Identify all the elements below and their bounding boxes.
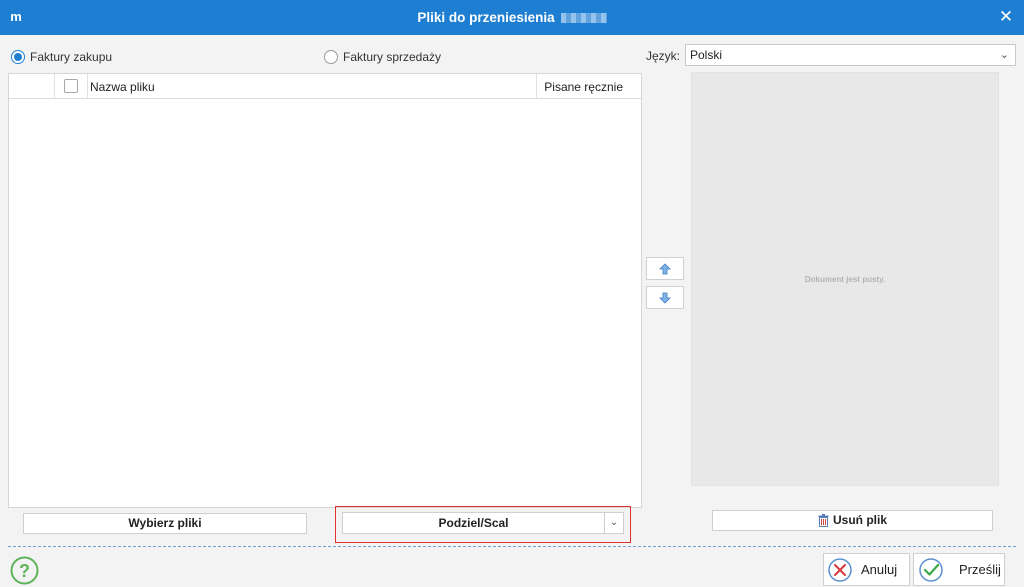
send-icon: [919, 557, 943, 582]
radio-checked-icon[interactable]: [11, 50, 25, 64]
column-header-file-name[interactable]: Nazwa pliku: [90, 80, 155, 94]
split-merge-dropdown[interactable]: ⌄: [604, 512, 624, 534]
split-merge-highlight: Podziel/Scal ⌄: [335, 506, 631, 543]
preview-empty-text: Dokument jest pusty.: [804, 275, 886, 284]
language-value: Polski: [690, 48, 723, 62]
title-bar: m Pliki do przeniesienia ✕: [0, 0, 1024, 35]
cancel-icon: [828, 557, 852, 582]
choose-files-button[interactable]: Wybierz pliki: [23, 513, 307, 534]
language-label: Język:: [646, 49, 681, 63]
trash-icon: [818, 514, 829, 527]
column-divider: [54, 74, 55, 98]
radio-label-sales: Faktury sprzedaży: [343, 50, 442, 64]
radio-purchase-invoices[interactable]: Faktury zakupu: [11, 49, 112, 65]
move-up-button[interactable]: [646, 257, 684, 280]
move-down-button[interactable]: [646, 286, 684, 309]
remove-file-label: Usuń plik: [832, 513, 887, 527]
help-icon[interactable]: ?: [10, 556, 39, 585]
split-merge-button[interactable]: Podziel/Scal: [342, 512, 605, 534]
chevron-down-icon: ⌄: [999, 49, 1009, 61]
close-icon[interactable]: ✕: [998, 8, 1014, 25]
cancel-button[interactable]: Anuluj: [823, 553, 910, 586]
svg-text:?: ?: [19, 561, 30, 581]
column-divider: [87, 74, 88, 98]
file-table: Nazwa pliku Pisane ręcznie: [8, 73, 642, 508]
footer-divider: [8, 546, 1016, 547]
cancel-label: Anuluj: [861, 562, 898, 577]
select-all-checkbox[interactable]: [64, 79, 78, 93]
language-select[interactable]: Polski ⌄: [685, 44, 1016, 66]
radio-label-purchase: Faktury zakupu: [30, 50, 113, 64]
column-header-handwritten[interactable]: Pisane ręcznie: [544, 80, 623, 94]
table-header: Nazwa pliku Pisane ręcznie: [9, 74, 641, 99]
chevron-down-icon: ⌄: [609, 517, 619, 528]
document-preview: Dokument jest pusty.: [691, 72, 999, 486]
radio-unchecked-icon[interactable]: [324, 50, 338, 64]
window-title: Pliki do przeniesienia: [0, 10, 1024, 25]
column-divider: [536, 74, 537, 98]
redacted-name: [560, 13, 607, 24]
radio-sales-invoices[interactable]: Faktury sprzedaży: [324, 49, 441, 65]
window-title-text: Pliki do przeniesienia: [417, 10, 555, 25]
send-button[interactable]: Prześlij: [913, 553, 1005, 586]
send-label: Prześlij: [959, 562, 1001, 577]
remove-file-button[interactable]: Usuń plik: [712, 510, 993, 531]
arrow-down-icon: [659, 292, 671, 304]
arrow-up-icon: [659, 262, 671, 274]
